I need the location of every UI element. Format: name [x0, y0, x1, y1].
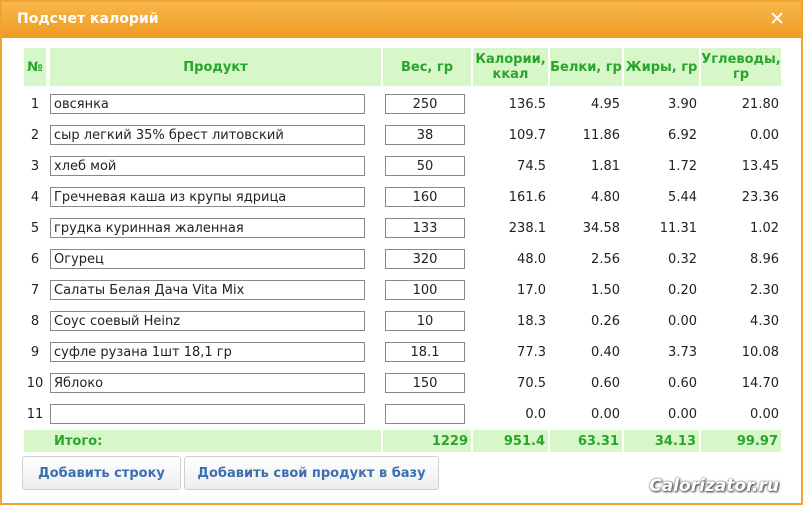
row-fat: 0.32: [668, 251, 697, 267]
product-input[interactable]: [50, 373, 365, 393]
row-protein: 2.56: [591, 251, 620, 267]
row-fat: 6.92: [668, 127, 697, 143]
header-carbs: Углеводы, гр: [701, 48, 781, 86]
row-fat: 1.72: [668, 158, 697, 174]
row-protein: 11.86: [582, 127, 620, 143]
weight-input[interactable]: [385, 249, 465, 269]
header-fat: Жиры, гр: [624, 48, 699, 86]
product-input[interactable]: [50, 94, 365, 114]
row-calories: 74.5: [517, 158, 546, 174]
weight-input[interactable]: [385, 311, 465, 331]
product-input[interactable]: [50, 249, 365, 269]
row-fat: 3.90: [668, 96, 697, 112]
product-input[interactable]: [50, 218, 365, 238]
row-calories: 109.7: [508, 127, 546, 143]
total-calories: 951.4: [473, 430, 548, 452]
total-label: Итого:: [24, 430, 381, 452]
row-num: 11: [26, 406, 44, 422]
row-fat: 0.60: [668, 375, 697, 391]
weight-input[interactable]: [385, 342, 465, 362]
row-num: 5: [30, 220, 40, 236]
row-calories: 136.5: [508, 96, 546, 112]
row-carbs: 13.45: [741, 158, 779, 174]
row-num: 4: [30, 189, 40, 205]
row-num: 9: [30, 344, 40, 360]
weight-input[interactable]: [385, 156, 465, 176]
weight-input[interactable]: [385, 125, 465, 145]
row-protein: 1.81: [591, 158, 620, 174]
row-carbs: 2.30: [750, 282, 779, 298]
row-protein: 0.00: [591, 406, 620, 422]
weight-input[interactable]: [385, 280, 465, 300]
add-product-button[interactable]: Добавить свой продукт в базу: [184, 456, 439, 490]
weight-input[interactable]: [385, 404, 465, 424]
total-fat: 34.13: [624, 430, 699, 452]
row-carbs: 23.36: [741, 189, 779, 205]
row-carbs: 4.30: [750, 313, 779, 329]
weight-input[interactable]: [385, 187, 465, 207]
row-fat: 5.44: [668, 189, 697, 205]
product-input[interactable]: [50, 125, 365, 145]
row-num: 2: [30, 127, 40, 143]
total-weight: 1229: [383, 430, 471, 452]
product-input[interactable]: [50, 280, 365, 300]
row-fat: 11.31: [659, 220, 697, 236]
row-calories: 48.0: [517, 251, 546, 267]
total-carbs: 99.97: [701, 430, 781, 452]
row-carbs: 21.80: [741, 96, 779, 112]
total-protein: 63.31: [550, 430, 622, 452]
close-icon[interactable]: ✕: [769, 8, 785, 30]
product-input[interactable]: [50, 311, 365, 331]
header-protein: Белки, гр: [550, 48, 622, 86]
row-carbs: 0.00: [750, 127, 779, 143]
row-fat: 0.00: [668, 313, 697, 329]
row-num: 1: [30, 96, 40, 112]
product-input[interactable]: [50, 342, 365, 362]
calorie-dialog: Подсчет калорий ✕ № Продукт Вес, гр Кало…: [0, 0, 803, 505]
title-bar: Подсчет калорий ✕: [2, 2, 801, 38]
row-fat: 3.73: [668, 344, 697, 360]
product-input[interactable]: [50, 156, 365, 176]
row-num: 3: [30, 158, 40, 174]
dialog-title: Подсчет калорий: [17, 11, 159, 27]
row-calories: 0.0: [525, 406, 546, 422]
row-protein: 4.80: [591, 189, 620, 205]
row-protein: 34.58: [582, 220, 620, 236]
weight-input[interactable]: [385, 94, 465, 114]
row-carbs: 0.00: [750, 406, 779, 422]
row-calories: 161.6: [508, 189, 546, 205]
row-num: 7: [30, 282, 40, 298]
row-protein: 0.60: [591, 375, 620, 391]
row-protein: 0.26: [591, 313, 620, 329]
row-fat: 0.20: [668, 282, 697, 298]
row-carbs: 14.70: [741, 375, 779, 391]
weight-input[interactable]: [385, 218, 465, 238]
row-calories: 238.1: [508, 220, 546, 236]
row-protein: 1.50: [591, 282, 620, 298]
header-weight: Вес, гр: [383, 48, 471, 86]
row-calories: 17.0: [517, 282, 546, 298]
row-carbs: 1.02: [750, 220, 779, 236]
row-fat: 0.00: [668, 406, 697, 422]
product-input[interactable]: [50, 187, 365, 207]
header-product: Продукт: [50, 48, 381, 86]
brand-watermark: Calorizator.ru: [649, 476, 779, 496]
row-num: 6: [30, 251, 40, 267]
row-num: 8: [30, 313, 40, 329]
row-calories: 70.5: [517, 375, 546, 391]
header-calories: Калории, ккал: [473, 48, 548, 86]
row-carbs: 10.08: [741, 344, 779, 360]
row-protein: 0.40: [591, 344, 620, 360]
weight-input[interactable]: [385, 373, 465, 393]
header-num: №: [24, 48, 46, 86]
row-calories: 18.3: [517, 313, 546, 329]
row-carbs: 8.96: [750, 251, 779, 267]
product-input[interactable]: [50, 404, 365, 424]
row-calories: 77.3: [517, 344, 546, 360]
row-protein: 4.95: [591, 96, 620, 112]
add-row-button[interactable]: Добавить строку: [22, 456, 181, 490]
row-num: 10: [26, 375, 44, 391]
